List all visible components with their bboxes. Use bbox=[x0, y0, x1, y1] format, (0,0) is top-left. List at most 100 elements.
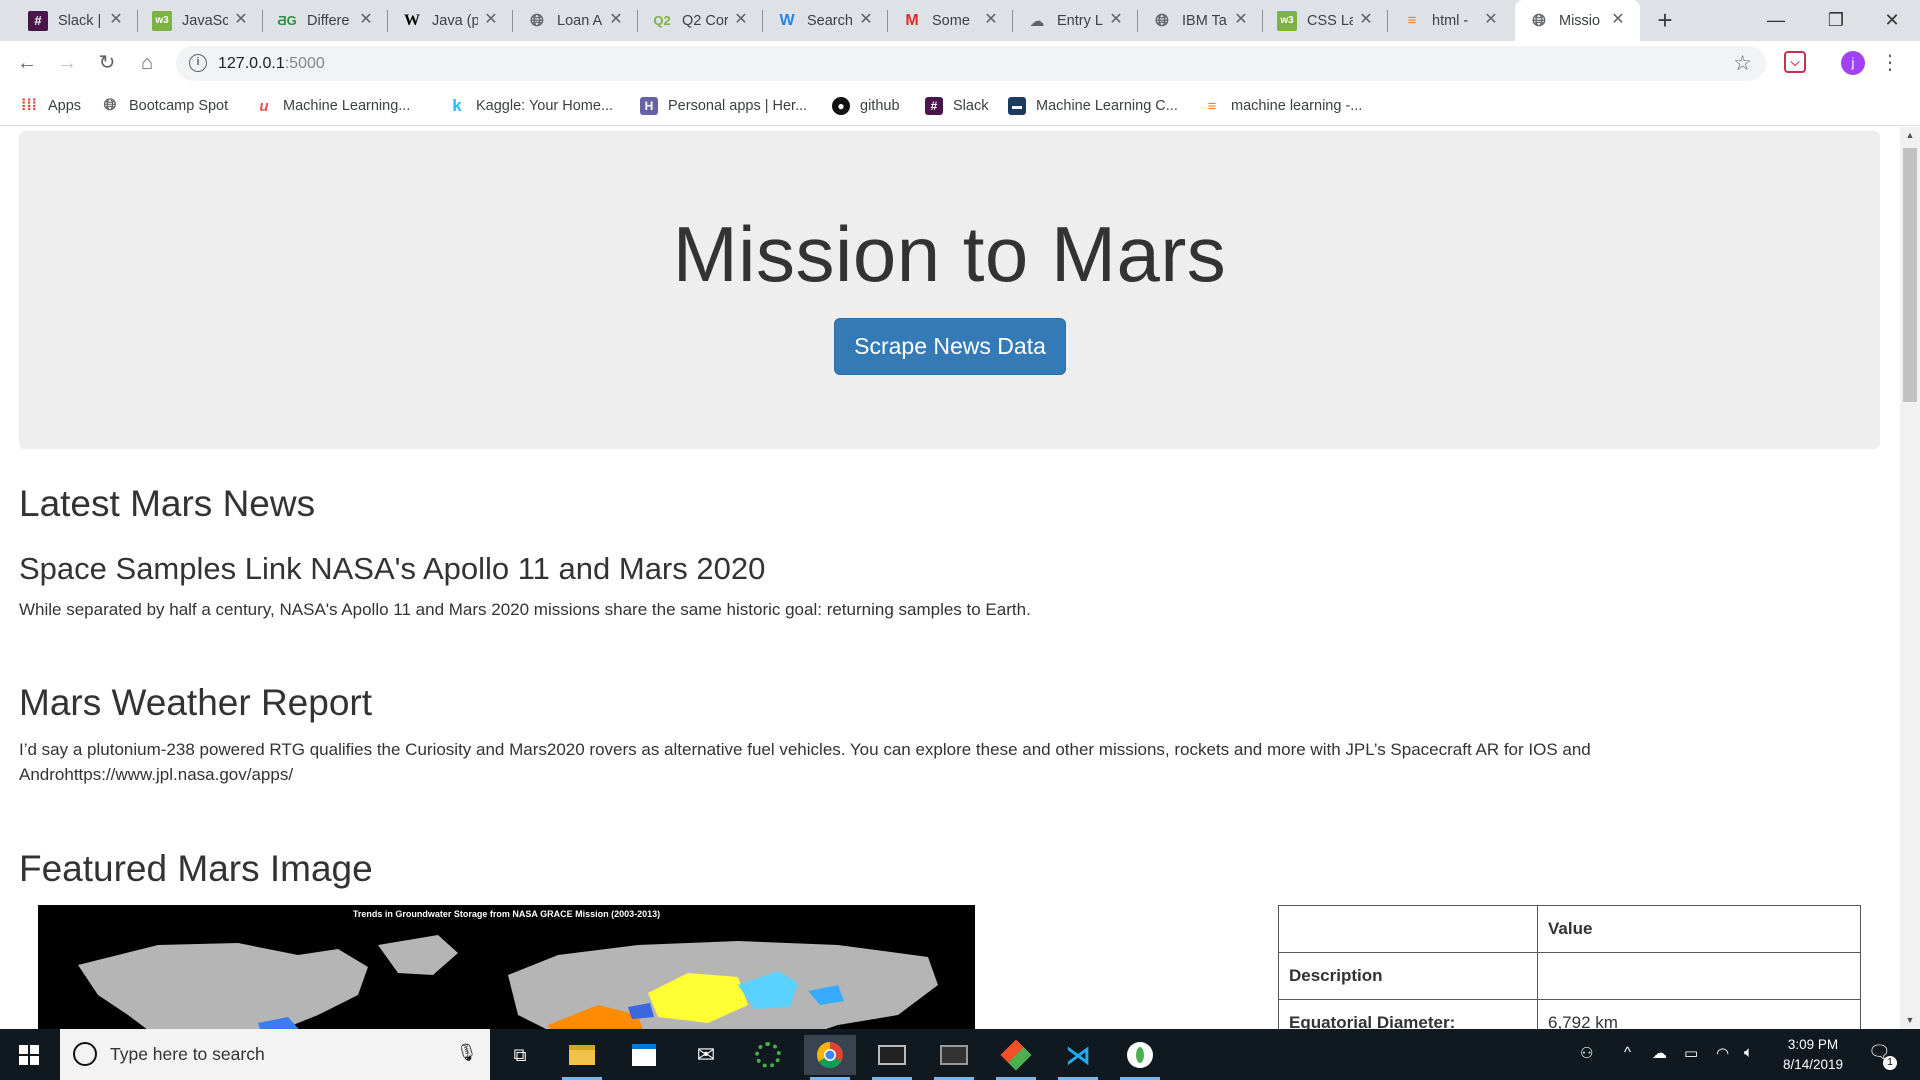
close-icon[interactable]: ✕ bbox=[1481, 10, 1501, 30]
close-icon[interactable]: ✕ bbox=[231, 10, 251, 30]
profile-avatar[interactable]: j bbox=[1841, 51, 1865, 75]
mail-icon[interactable]: ✉ bbox=[680, 1035, 732, 1075]
tab-gmail[interactable]: M Some ✕ bbox=[888, 0, 1013, 41]
info-icon[interactable]: i bbox=[189, 54, 207, 72]
tab-search[interactable]: W Search ✕ bbox=[763, 0, 888, 41]
tab-label: Slack | bbox=[58, 12, 102, 29]
q2-icon: Q2 bbox=[653, 13, 671, 28]
tab-html[interactable]: ≡ html - ✕ bbox=[1388, 0, 1513, 41]
bookmark-apps[interactable]: ⁞⁞⁞ Apps bbox=[20, 94, 81, 118]
tab-mission-active[interactable]: 🌐︎ Missio ✕ bbox=[1515, 0, 1640, 41]
w3schools-icon: w3 bbox=[152, 10, 172, 31]
microphone-icon[interactable]: 🎙︎ bbox=[456, 1043, 478, 1063]
tab-entry[interactable]: ☁ Entry L ✕ bbox=[1013, 0, 1138, 41]
git-kraken-icon[interactable] bbox=[990, 1035, 1042, 1080]
tab-css[interactable]: w3 CSS La ✕ bbox=[1263, 0, 1388, 41]
weather-heading: Mars Weather Report bbox=[19, 682, 372, 723]
mars-facts-table: Value Description Equatorial Diameter: 6… bbox=[1278, 905, 1861, 1029]
minimize-button[interactable]: — bbox=[1746, 0, 1806, 41]
scroll-down-arrow-icon[interactable]: ▼ bbox=[1900, 1012, 1920, 1029]
close-icon[interactable]: ✕ bbox=[1356, 10, 1376, 30]
forward-arrow-icon[interactable]: → bbox=[52, 48, 82, 78]
store-icon[interactable] bbox=[618, 1035, 670, 1075]
bookmark-bootcamp[interactable]: 🌐︎ Bootcamp Spot bbox=[101, 94, 229, 118]
file-explorer-icon[interactable] bbox=[556, 1035, 608, 1080]
scrollbar-thumb[interactable] bbox=[1903, 148, 1917, 402]
reload-icon[interactable]: ↻ bbox=[92, 48, 122, 78]
featured-mars-image[interactable]: Trends in Groundwater Storage from NASA … bbox=[38, 905, 975, 1029]
chrome-logo-icon bbox=[816, 1041, 843, 1069]
taskbar-search-box[interactable]: Type here to search 🎙︎ bbox=[60, 1029, 490, 1080]
stackoverflow-icon: ≡ bbox=[1407, 12, 1417, 29]
vscode-icon[interactable]: ⋊ bbox=[1052, 1035, 1104, 1080]
tab-java[interactable]: W Java (p ✕ bbox=[388, 0, 513, 41]
bookmark-kaggle[interactable]: k Kaggle: Your Home... bbox=[448, 94, 613, 118]
bookmark-heroku[interactable]: H Personal apps | Her... bbox=[640, 94, 807, 118]
windows-taskbar: Type here to search 🎙︎ ⧉ ✉ ⋊ ⚇ ^ ☁ ▭ ◠ 🔈… bbox=[0, 1029, 1920, 1080]
bookmark-ml-course[interactable]: ▬ Machine Learning C... bbox=[1008, 94, 1178, 118]
close-window-button[interactable]: ✕ bbox=[1862, 0, 1920, 41]
taskbar-clock[interactable]: 3:09 PM 8/14/2019 bbox=[1768, 1035, 1858, 1075]
bookmark-slack[interactable]: # Slack bbox=[925, 94, 988, 118]
restore-button[interactable]: ❐ bbox=[1806, 0, 1866, 41]
tab-label: html - bbox=[1432, 12, 1469, 29]
table-cell-value bbox=[1537, 952, 1861, 1000]
close-icon[interactable]: ✕ bbox=[731, 10, 751, 30]
close-icon[interactable]: ✕ bbox=[981, 10, 1001, 30]
volume-icon[interactable]: 🔈︎ bbox=[1744, 1044, 1753, 1061]
bookmark-star-icon[interactable]: ☆ bbox=[1733, 51, 1752, 76]
w-search-icon: W bbox=[779, 11, 795, 29]
bookmark-ml-stackoverflow[interactable]: ≡ machine learning -... bbox=[1203, 94, 1363, 118]
menu-dots-icon[interactable]: ⋮ bbox=[1880, 49, 1900, 77]
tab-javascript[interactable]: w3 JavaScr ✕ bbox=[138, 0, 263, 41]
page-title: Mission to Mars bbox=[672, 210, 1227, 298]
back-arrow-icon[interactable]: ← bbox=[12, 48, 42, 78]
close-icon[interactable]: ✕ bbox=[1231, 10, 1251, 30]
tab-loan[interactable]: 🌐︎ Loan A ✕ bbox=[513, 0, 638, 41]
slack-icon: # bbox=[28, 10, 48, 31]
udemy-icon: u bbox=[259, 97, 269, 115]
page-scrollbar[interactable]: ▲ ▼ bbox=[1900, 127, 1920, 1029]
battery-icon[interactable]: ▭ bbox=[1684, 1044, 1698, 1062]
home-icon[interactable]: ⌂ bbox=[132, 48, 162, 78]
tab-q2[interactable]: Q2 Q2 Cor ✕ bbox=[638, 0, 763, 41]
bookmark-udemy[interactable]: u Machine Learning... bbox=[255, 94, 410, 118]
close-icon[interactable]: ✕ bbox=[481, 10, 501, 30]
url-text[interactable]: 127.0.0.1:5000 bbox=[218, 55, 325, 73]
terminal-icon[interactable] bbox=[866, 1035, 918, 1080]
task-view-icon[interactable]: ⧉ bbox=[494, 1035, 546, 1075]
scroll-up-arrow-icon[interactable]: ▲ bbox=[1900, 127, 1920, 144]
tab-difference[interactable]: ƋG Differe ✕ bbox=[263, 0, 388, 41]
anaconda-icon[interactable] bbox=[742, 1035, 794, 1075]
chrome-icon[interactable] bbox=[804, 1035, 856, 1080]
mongodb-icon[interactable] bbox=[1114, 1035, 1166, 1080]
close-icon[interactable]: ✕ bbox=[1608, 10, 1628, 30]
table-cell-key: Equatorial Diameter: bbox=[1278, 999, 1538, 1029]
close-icon[interactable]: ✕ bbox=[1106, 10, 1126, 30]
wifi-icon[interactable]: ◠ bbox=[1716, 1044, 1729, 1062]
tab-ibm[interactable]: 🌐︎ IBM Ta ✕ bbox=[1138, 0, 1263, 41]
bookmark-github[interactable]: ● github bbox=[832, 94, 900, 118]
url-port: :5000 bbox=[284, 55, 325, 72]
people-icon[interactable]: ⚇ bbox=[1580, 1044, 1593, 1062]
table-header-cell bbox=[1278, 905, 1538, 953]
new-tab-button[interactable]: + bbox=[1651, 7, 1679, 35]
close-icon[interactable]: ✕ bbox=[606, 10, 626, 30]
close-icon[interactable]: ✕ bbox=[106, 10, 126, 30]
tab-label: Missio bbox=[1559, 12, 1601, 29]
close-icon[interactable]: ✕ bbox=[856, 10, 876, 30]
onedrive-icon[interactable]: ☁ bbox=[1652, 1044, 1667, 1062]
chevron-up-icon[interactable]: ^ bbox=[1624, 1044, 1631, 1061]
close-icon[interactable]: ✕ bbox=[356, 10, 376, 30]
tab-label: IBM Ta bbox=[1182, 12, 1227, 29]
globe-icon: 🌐︎ bbox=[103, 97, 117, 114]
heroku-icon: H bbox=[640, 97, 658, 115]
address-bar[interactable]: i 127.0.0.1:5000 ☆ bbox=[176, 46, 1766, 81]
scrape-news-button[interactable]: Scrape News Data bbox=[834, 318, 1066, 375]
console-icon[interactable] bbox=[928, 1035, 980, 1080]
pocket-icon[interactable]: ⌵ bbox=[1784, 51, 1806, 73]
start-button[interactable] bbox=[0, 1029, 60, 1080]
tab-slack[interactable]: # Slack | ✕ bbox=[14, 0, 138, 41]
notification-count-badge: 1 bbox=[1883, 1056, 1897, 1070]
windows-logo-icon bbox=[19, 1045, 39, 1065]
